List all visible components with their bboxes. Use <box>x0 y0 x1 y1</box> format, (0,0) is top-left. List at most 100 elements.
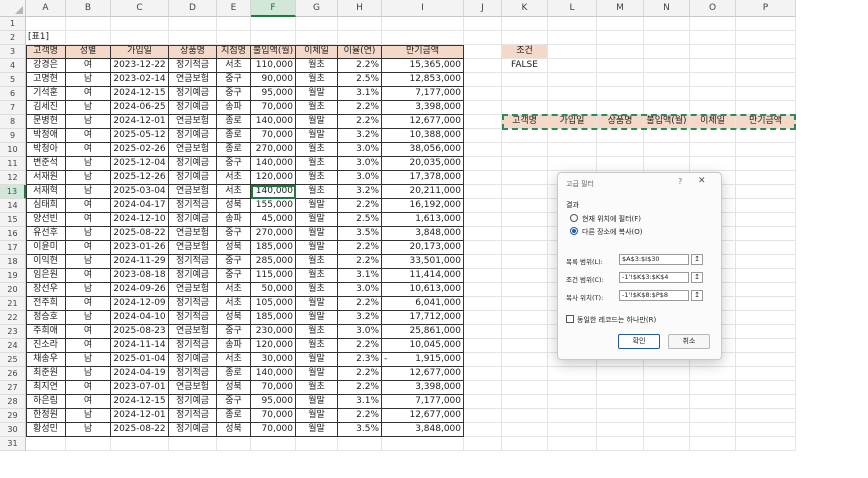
cell[interactable] <box>464 367 502 381</box>
table-row[interactable]: 정기예금 <box>169 129 217 143</box>
cell[interactable] <box>502 339 548 353</box>
table-header[interactable]: 상품명 <box>169 45 217 59</box>
cell[interactable] <box>644 143 690 157</box>
table-row[interactable]: 하은림 <box>26 395 66 409</box>
table-row[interactable]: 20,173,000 <box>382 241 464 255</box>
table-row[interactable]: 2024-06-25 <box>111 101 169 115</box>
table-row[interactable]: 3.5% <box>338 227 382 241</box>
row-header[interactable]: 6 <box>0 87 26 101</box>
table-row[interactable]: 월초 <box>296 157 338 171</box>
cell[interactable] <box>644 31 690 45</box>
help-icon[interactable]: ? <box>678 177 682 186</box>
table-row[interactable]: 2.2% <box>338 59 382 73</box>
table-row[interactable]: 12,853,000 <box>382 73 464 87</box>
cell[interactable] <box>597 381 644 395</box>
cell[interactable] <box>597 129 644 143</box>
column-header[interactable]: P <box>736 0 796 17</box>
table-row[interactable]: 월초 <box>296 73 338 87</box>
table-row[interactable]: 2.2% <box>338 115 382 129</box>
close-icon[interactable]: ✕ <box>698 176 706 186</box>
table-row[interactable]: 3.1% <box>338 87 382 101</box>
table-row[interactable]: 7,177,000 <box>382 395 464 409</box>
table-row[interactable]: 성북 <box>217 199 251 213</box>
table-row[interactable]: 95,000 <box>251 395 296 409</box>
cell[interactable] <box>169 437 217 451</box>
cell[interactable] <box>736 437 796 451</box>
cell[interactable] <box>502 353 548 367</box>
table-header[interactable]: 이율(연) <box>338 45 382 59</box>
table-row[interactable]: 이윤미 <box>26 241 66 255</box>
table-row[interactable]: 2.2% <box>338 241 382 255</box>
table-row[interactable]: 95,000 <box>251 87 296 101</box>
cell[interactable] <box>597 45 644 59</box>
table-row[interactable]: 105,000 <box>251 297 296 311</box>
cell[interactable] <box>690 31 736 45</box>
table-row[interactable]: 종로 <box>217 115 251 129</box>
row-header[interactable]: 28 <box>0 395 26 409</box>
cell[interactable] <box>597 143 644 157</box>
cell[interactable] <box>502 367 548 381</box>
cell[interactable] <box>502 241 548 255</box>
cell[interactable] <box>169 31 217 45</box>
table-row[interactable]: 남 <box>66 283 111 297</box>
row-header[interactable]: 17 <box>0 241 26 255</box>
cell[interactable] <box>251 17 296 31</box>
row-header[interactable]: 7 <box>0 101 26 115</box>
cell[interactable] <box>111 437 169 451</box>
table-row[interactable]: 70,000 <box>251 101 296 115</box>
copy-header[interactable]: 고객명 <box>502 115 548 129</box>
table-row[interactable]: 월말 <box>296 423 338 437</box>
cell[interactable] <box>644 395 690 409</box>
table-row[interactable]: 종로 <box>217 409 251 423</box>
cell[interactable] <box>548 87 597 101</box>
table-row[interactable]: 2023-07-01 <box>111 381 169 395</box>
table-row[interactable]: 15,365,000 <box>382 59 464 73</box>
table-row[interactable]: 여 <box>66 325 111 339</box>
row-header[interactable]: 22 <box>0 311 26 325</box>
cell[interactable] <box>502 395 548 409</box>
table-row[interactable]: 진소라 <box>26 339 66 353</box>
table-row[interactable]: 2024-04-17 <box>111 199 169 213</box>
table-row[interactable]: 185,000 <box>251 311 296 325</box>
cell[interactable] <box>736 129 796 143</box>
cell[interactable] <box>736 423 796 437</box>
cell[interactable] <box>251 31 296 45</box>
cell[interactable] <box>502 157 548 171</box>
table-row[interactable]: 중구 <box>217 269 251 283</box>
cell[interactable] <box>502 311 548 325</box>
cell[interactable] <box>338 31 382 45</box>
table-row[interactable]: 월말 <box>296 353 338 367</box>
table-header[interactable]: 지점명 <box>217 45 251 59</box>
cell[interactable] <box>690 73 736 87</box>
table-row[interactable]: 3.0% <box>338 325 382 339</box>
table-row[interactable]: 여 <box>66 381 111 395</box>
cell[interactable] <box>464 297 502 311</box>
table-row[interactable]: 2.2% <box>338 367 382 381</box>
cell[interactable] <box>736 325 796 339</box>
table-row[interactable]: 성북 <box>217 423 251 437</box>
table-row[interactable]: 2.5% <box>338 213 382 227</box>
cell[interactable] <box>597 17 644 31</box>
table-row[interactable]: 월초 <box>296 185 338 199</box>
cell[interactable] <box>736 73 796 87</box>
table-row[interactable]: 3,398,000 <box>382 101 464 115</box>
cell[interactable] <box>548 143 597 157</box>
table-row[interactable]: 115,000 <box>251 269 296 283</box>
row-header[interactable]: 14 <box>0 199 26 213</box>
table-row[interactable]: 월초 <box>296 171 338 185</box>
cell[interactable] <box>736 45 796 59</box>
table-row[interactable]: 여 <box>66 59 111 73</box>
criteria-range-collapse-icon[interactable]: ↥ <box>691 272 703 283</box>
cell[interactable] <box>502 325 548 339</box>
table-row[interactable]: 월말 <box>296 87 338 101</box>
table-row[interactable]: 25,861,000 <box>382 325 464 339</box>
table-label[interactable]: [표1] <box>26 31 66 45</box>
column-header[interactable]: D <box>169 0 217 17</box>
cell[interactable] <box>548 395 597 409</box>
cell[interactable] <box>644 45 690 59</box>
column-header[interactable]: F <box>251 0 296 17</box>
cell[interactable] <box>548 45 597 59</box>
cell[interactable] <box>502 129 548 143</box>
row-header[interactable]: 12 <box>0 171 26 185</box>
table-row[interactable]: 140,000 <box>251 185 296 199</box>
